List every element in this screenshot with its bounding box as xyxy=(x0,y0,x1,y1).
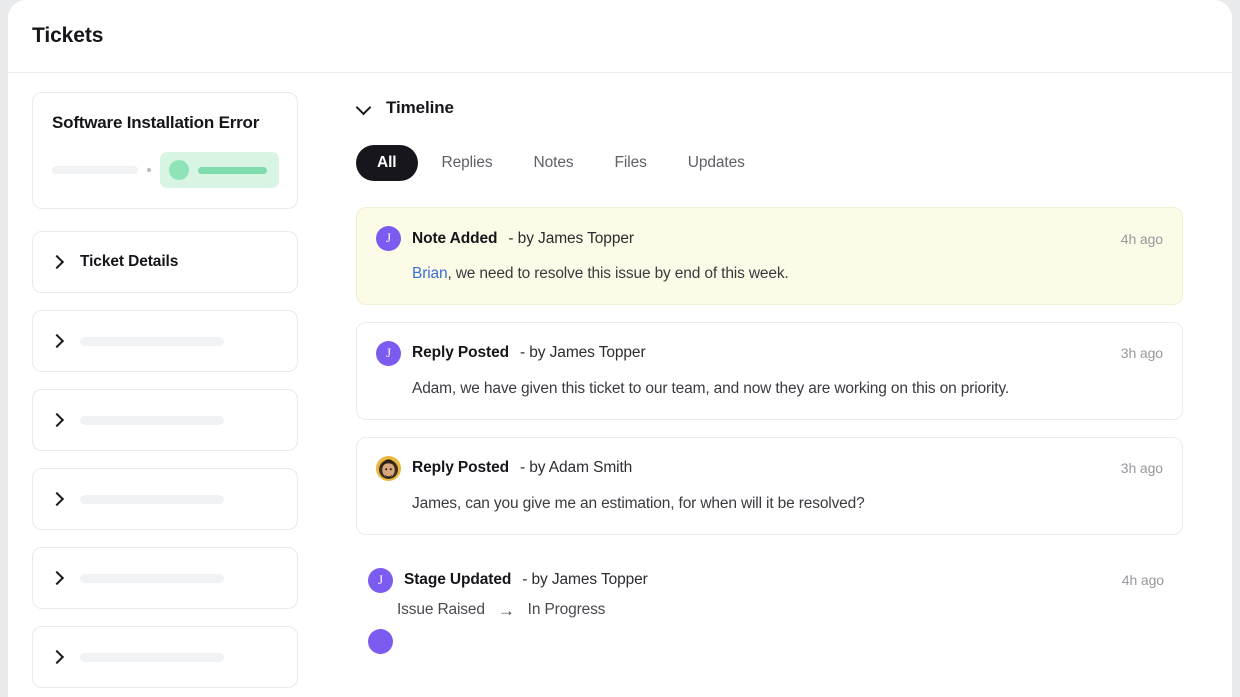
tab-all[interactable]: All xyxy=(356,145,418,181)
ticket-status-badge xyxy=(160,152,279,188)
status-label-skeleton xyxy=(198,167,267,174)
entry-author: - by James Topper xyxy=(508,230,634,248)
ticket-title: Software Installation Error xyxy=(52,113,279,133)
entry-body: Adam, we have given this ticket to our t… xyxy=(376,379,1163,400)
entry-timestamp: 3h ago xyxy=(1121,345,1163,361)
timeline-entry-note-added[interactable]: J Note Added - by James Topper 4h ago Br… xyxy=(356,207,1183,305)
avatar xyxy=(368,629,393,654)
entry-header: J Note Added - by James Topper 4h ago xyxy=(376,226,1163,251)
arrow-right-icon: → xyxy=(498,602,515,619)
timeline-entry-stage-updated[interactable]: J Stage Updated - by James Topper 4h ago… xyxy=(356,552,1183,621)
timeline-tabs: All Replies Notes Files Updates xyxy=(356,145,1183,181)
chevron-right-icon xyxy=(52,413,61,428)
chevron-right-icon xyxy=(52,650,61,665)
sidebar-item-skeleton xyxy=(80,495,224,504)
timeline-header[interactable]: Timeline xyxy=(356,98,1183,118)
stage-to-label: In Progress xyxy=(528,600,606,621)
entry-body-text: , we need to resolve this issue by end o… xyxy=(447,265,788,282)
entry-action-label: Note Added xyxy=(412,230,497,248)
avatar: J xyxy=(376,226,401,251)
entry-timestamp: 4h ago xyxy=(1122,572,1164,588)
entry-header: J Reply Posted - by James Topper 3h ago xyxy=(376,341,1163,366)
ticket-meta-row xyxy=(52,152,279,188)
sidebar-item-placeholder[interactable] xyxy=(32,468,298,530)
entry-action-label: Reply Posted xyxy=(412,344,509,362)
ticket-summary-card[interactable]: Software Installation Error xyxy=(32,92,298,209)
timeline-title: Timeline xyxy=(386,98,454,118)
entry-header: Reply Posted - by Adam Smith 3h ago xyxy=(376,456,1163,481)
mention-link[interactable]: Brian xyxy=(412,265,447,282)
chevron-right-icon xyxy=(52,334,61,349)
tab-replies[interactable]: Replies xyxy=(425,145,510,181)
chevron-right-icon xyxy=(52,492,61,507)
tab-notes[interactable]: Notes xyxy=(517,145,591,181)
timeline-entry-reply-posted[interactable]: J Reply Posted - by James Topper 3h ago … xyxy=(356,322,1183,420)
sidebar-item-placeholder[interactable] xyxy=(32,310,298,372)
entry-body: James, can you give me an estimation, fo… xyxy=(376,494,1163,515)
entry-body: Issue Raised → In Progress xyxy=(368,600,1164,621)
page-title: Tickets xyxy=(32,24,103,48)
tab-files[interactable]: Files xyxy=(598,145,664,181)
app-header: Tickets xyxy=(8,0,1232,73)
app-body: Software Installation Error Ticket Detai… xyxy=(8,73,1232,697)
sidebar-item-placeholder[interactable] xyxy=(32,626,298,688)
timeline-panel: Timeline All Replies Notes Files Updates… xyxy=(320,73,1232,654)
chevron-down-icon[interactable] xyxy=(356,100,372,116)
avatar: J xyxy=(368,568,393,593)
ticket-meta-skeleton xyxy=(52,166,138,174)
sidebar-item-skeleton xyxy=(80,574,224,583)
stage-from-label: Issue Raised xyxy=(397,600,485,621)
chevron-right-icon xyxy=(52,255,61,270)
tab-updates[interactable]: Updates xyxy=(671,145,762,181)
app-window: Tickets Software Installation Error Tick… xyxy=(8,0,1232,697)
sidebar-item-skeleton xyxy=(80,337,224,346)
entry-author: - by James Topper xyxy=(522,571,648,589)
status-dot-icon xyxy=(169,160,189,180)
avatar xyxy=(376,456,401,481)
sidebar-item-label: Ticket Details xyxy=(80,253,178,271)
entry-action-label: Stage Updated xyxy=(404,571,511,589)
entry-author: - by Adam Smith xyxy=(520,459,632,477)
entry-body: Brian, we need to resolve this issue by … xyxy=(376,264,1163,285)
entry-header: J Stage Updated - by James Topper 4h ago xyxy=(368,568,1164,593)
sidebar-item-ticket-details[interactable]: Ticket Details xyxy=(32,231,298,293)
timeline-entry-reply-posted[interactable]: Reply Posted - by Adam Smith 3h ago Jame… xyxy=(356,437,1183,535)
entry-action-label: Reply Posted xyxy=(412,459,509,477)
separator-dot-icon xyxy=(147,168,151,172)
chevron-right-icon xyxy=(52,571,61,586)
sidebar: Software Installation Error Ticket Detai… xyxy=(8,73,320,697)
entry-timestamp: 4h ago xyxy=(1121,231,1163,247)
sidebar-item-skeleton xyxy=(80,416,224,425)
sidebar-item-skeleton xyxy=(80,653,224,662)
sidebar-item-placeholder[interactable] xyxy=(32,389,298,451)
sidebar-item-placeholder[interactable] xyxy=(32,547,298,609)
entry-timestamp: 3h ago xyxy=(1121,460,1163,476)
avatar: J xyxy=(376,341,401,366)
entry-author: - by James Topper xyxy=(520,344,646,362)
